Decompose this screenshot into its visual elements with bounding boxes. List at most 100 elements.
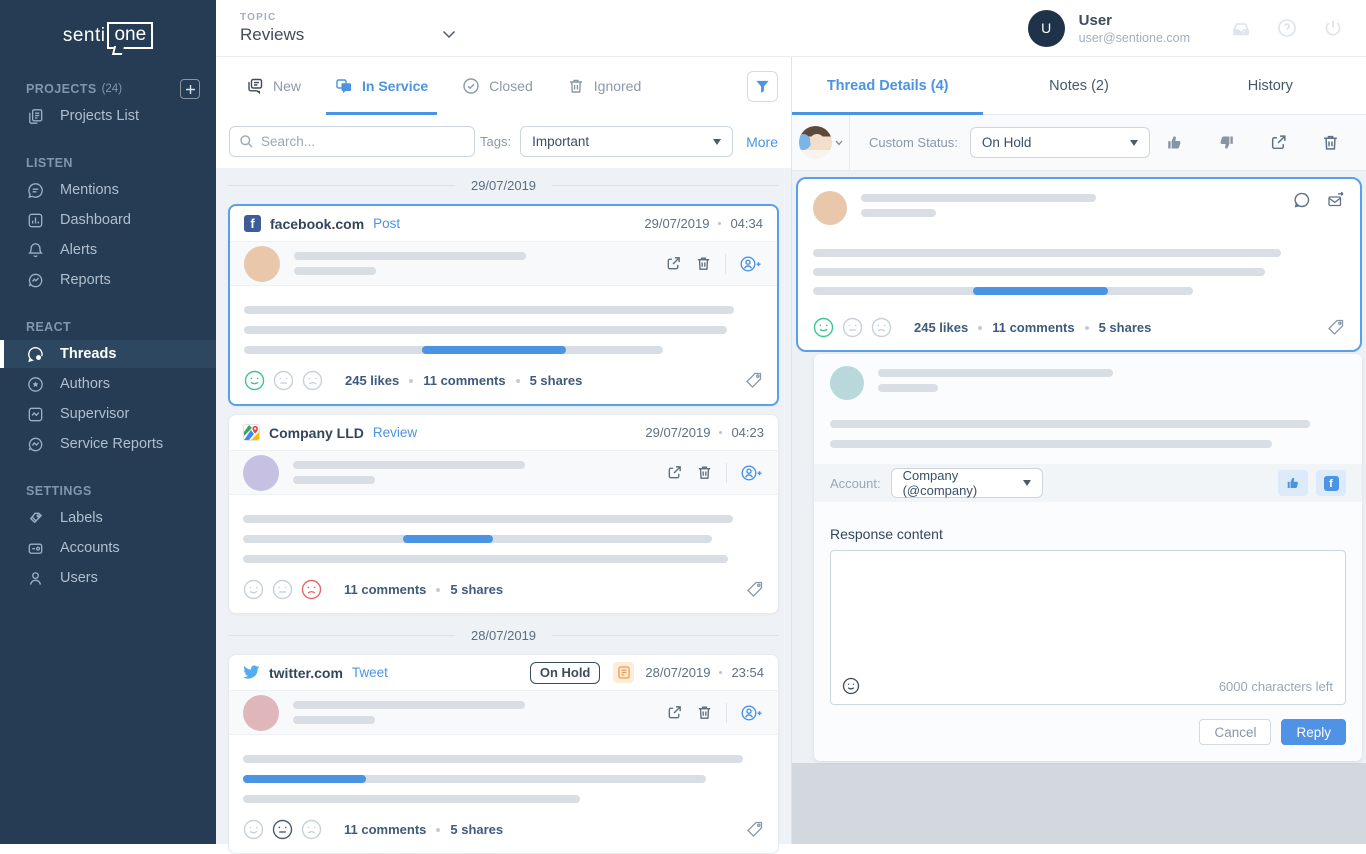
trash-icon[interactable] bbox=[696, 464, 713, 481]
tag-icon[interactable] bbox=[745, 580, 764, 599]
external-link-icon[interactable] bbox=[665, 255, 682, 272]
emoji-picker-icon[interactable] bbox=[842, 677, 860, 695]
like-action-button[interactable] bbox=[1278, 470, 1308, 496]
shares-count[interactable]: 5 shares bbox=[450, 822, 503, 837]
add-project-button[interactable] bbox=[180, 79, 200, 99]
tab-new[interactable]: New bbox=[229, 57, 318, 115]
assigned-agent-selector[interactable] bbox=[792, 115, 850, 170]
card-kind-link[interactable]: Post bbox=[373, 216, 400, 231]
assign-user-icon[interactable] bbox=[740, 463, 764, 483]
sentiment-negative-icon[interactable] bbox=[302, 370, 323, 391]
tag-icon[interactable] bbox=[744, 371, 763, 390]
card-kind-link[interactable]: Review bbox=[373, 425, 417, 440]
sentiment-neutral-icon[interactable] bbox=[842, 317, 863, 338]
external-link-icon[interactable] bbox=[666, 704, 683, 721]
thread-card-tweet[interactable]: twitter.com Tweet On Hold 28/07/2019 23:… bbox=[228, 654, 779, 854]
sentiment-positive-icon[interactable] bbox=[244, 370, 265, 391]
help-icon[interactable] bbox=[1276, 17, 1298, 39]
thread-card-review[interactable]: Company LLD Review 29/07/2019 04:23 bbox=[228, 414, 779, 614]
sentiment-positive-icon[interactable] bbox=[243, 579, 264, 600]
sidebar-item-projects-list[interactable]: Projects List bbox=[0, 101, 216, 131]
more-filters-link[interactable]: More bbox=[746, 134, 778, 150]
thumbs-down-icon[interactable] bbox=[1217, 133, 1236, 152]
characters-left-counter: 6000 characters left bbox=[1219, 679, 1333, 694]
cancel-button[interactable]: Cancel bbox=[1199, 719, 1271, 745]
tab-history[interactable]: History bbox=[1175, 57, 1366, 114]
sidebar-item-dashboard[interactable]: Dashboard bbox=[0, 205, 216, 235]
sidebar-item-reports[interactable]: Reports bbox=[0, 265, 216, 295]
note-icon bbox=[618, 666, 630, 679]
assign-user-icon[interactable] bbox=[739, 254, 763, 274]
topic-selector[interactable]: TOPIC Reviews bbox=[240, 12, 456, 45]
tag-icon[interactable] bbox=[745, 820, 764, 839]
assign-user-icon[interactable] bbox=[740, 703, 764, 723]
user-avatar[interactable]: U bbox=[1028, 10, 1065, 47]
external-link-icon[interactable] bbox=[666, 464, 683, 481]
facebook-reply-button[interactable] bbox=[1316, 470, 1346, 496]
custom-status-dropdown[interactable]: On Hold bbox=[970, 127, 1150, 158]
caret-down-icon bbox=[713, 139, 721, 145]
inbox-tray-icon[interactable] bbox=[1230, 17, 1252, 39]
author-avatar bbox=[243, 455, 279, 491]
comments-count[interactable]: 11 comments bbox=[344, 822, 426, 837]
likes-count[interactable]: 245 likes bbox=[345, 373, 399, 388]
sidebar-item-threads[interactable]: Threads bbox=[0, 340, 216, 368]
sentiment-negative-icon[interactable] bbox=[301, 579, 322, 600]
card-date: 29/07/2019 bbox=[644, 216, 709, 231]
topbar-icons bbox=[1230, 17, 1344, 39]
tab-ignored[interactable]: Ignored bbox=[550, 57, 658, 115]
sentiment-positive-icon[interactable] bbox=[813, 317, 834, 338]
trash-icon[interactable] bbox=[695, 255, 712, 272]
external-link-icon[interactable] bbox=[1269, 133, 1288, 152]
account-dropdown[interactable]: Company (@company) bbox=[891, 468, 1043, 498]
comments-count[interactable]: 11 comments bbox=[344, 582, 426, 597]
response-textarea[interactable] bbox=[831, 551, 1345, 669]
trash-icon[interactable] bbox=[696, 704, 713, 721]
tag-icon[interactable] bbox=[1326, 318, 1345, 337]
sentiment-neutral-icon[interactable] bbox=[273, 370, 294, 391]
sentiment-negative-icon[interactable] bbox=[871, 317, 892, 338]
shares-count[interactable]: 5 shares bbox=[530, 373, 583, 388]
sentiment-negative-icon[interactable] bbox=[301, 819, 322, 840]
filter-button[interactable] bbox=[747, 71, 778, 102]
tab-in-service[interactable]: In Service bbox=[318, 57, 445, 115]
shares-count[interactable]: 5 shares bbox=[1099, 320, 1152, 335]
comments-count[interactable]: 11 comments bbox=[423, 373, 505, 388]
sentiment-neutral-icon[interactable] bbox=[272, 579, 293, 600]
search-input[interactable] bbox=[261, 134, 465, 149]
sidebar-item-authors[interactable]: Authors bbox=[0, 369, 216, 399]
sidebar-item-mentions[interactable]: Mentions bbox=[0, 175, 216, 205]
sentiment-neutral-icon[interactable] bbox=[272, 819, 293, 840]
search-box[interactable] bbox=[229, 126, 475, 157]
tab-closed[interactable]: Closed bbox=[445, 57, 550, 115]
sidebar-item-users[interactable]: Users bbox=[0, 563, 216, 593]
trash-icon[interactable] bbox=[1321, 133, 1340, 152]
thread-list: 29/07/2019 facebook.com Post 29/07/2019 … bbox=[216, 168, 791, 854]
reply-button[interactable]: Reply bbox=[1281, 719, 1346, 745]
sidebar-item-service-reports[interactable]: Service Reports bbox=[0, 429, 216, 459]
sentiment-positive-icon[interactable] bbox=[243, 819, 264, 840]
topic-label: TOPIC bbox=[240, 12, 456, 23]
sidebar-item-labels[interactable]: Labels bbox=[0, 503, 216, 533]
sidebar-group-projects: PROJECTS (24) Projects List bbox=[0, 77, 216, 131]
card-time: 23:54 bbox=[731, 665, 764, 680]
comments-count[interactable]: 11 comments bbox=[992, 320, 1074, 335]
shares-count[interactable]: 5 shares bbox=[450, 582, 503, 597]
thread-card-facebook[interactable]: facebook.com Post 29/07/2019 04:34 bbox=[228, 204, 779, 406]
tab-notes[interactable]: Notes (2) bbox=[983, 57, 1174, 114]
card-kind-link[interactable]: Tweet bbox=[352, 665, 388, 680]
likes-count[interactable]: 245 likes bbox=[914, 320, 968, 335]
tab-thread-details[interactable]: Thread Details (4) bbox=[792, 57, 983, 114]
note-indicator[interactable] bbox=[613, 662, 634, 683]
comment-bubble-icon[interactable] bbox=[1293, 191, 1311, 209]
sidebar-item-accounts[interactable]: Accounts bbox=[0, 533, 216, 563]
pages-icon bbox=[26, 107, 45, 126]
forward-message-icon[interactable] bbox=[1327, 191, 1345, 209]
user-block[interactable]: U User user@sentione.com bbox=[1028, 10, 1190, 47]
author-avatar bbox=[244, 246, 280, 282]
power-icon[interactable] bbox=[1322, 17, 1344, 39]
thumbs-up-icon[interactable] bbox=[1165, 133, 1184, 152]
sidebar-item-alerts[interactable]: Alerts bbox=[0, 235, 216, 265]
tags-dropdown[interactable]: Important bbox=[520, 126, 733, 157]
sidebar-item-supervisor[interactable]: Supervisor bbox=[0, 399, 216, 429]
